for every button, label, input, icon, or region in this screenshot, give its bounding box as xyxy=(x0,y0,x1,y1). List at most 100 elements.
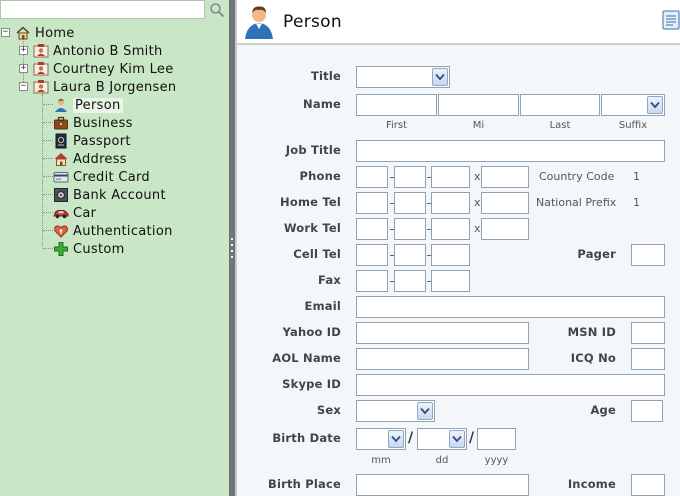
briefcase-icon xyxy=(53,115,69,131)
sex-label: Sex xyxy=(316,403,341,417)
header-options-button[interactable] xyxy=(662,10,680,30)
work-tel-line-input[interactable] xyxy=(431,218,470,240)
grip-dot xyxy=(231,250,233,252)
suffix-select[interactable] xyxy=(601,94,665,116)
contact-card-icon xyxy=(33,79,49,95)
aol-name-label: AOL Name xyxy=(272,351,341,365)
contact-card-icon xyxy=(33,61,49,77)
tree-label: Custom xyxy=(73,241,125,257)
person-avatar-icon xyxy=(245,5,273,39)
dropdown-arrow-icon xyxy=(449,430,465,448)
dropdown-arrow-icon xyxy=(417,402,433,420)
tree-label: Antonio B Smith xyxy=(53,43,163,59)
msn-id-input[interactable] xyxy=(631,322,665,344)
grip-dot xyxy=(231,244,233,246)
home-tel-extension-input[interactable] xyxy=(481,192,529,214)
tree-node-bank-account[interactable]: Bank Account xyxy=(53,186,166,204)
tree-node-authentication[interactable]: Authentication xyxy=(53,222,173,240)
work-tel-label: Work Tel xyxy=(283,221,341,235)
magnifier-icon xyxy=(210,2,225,17)
birth-day-select[interactable] xyxy=(417,428,467,450)
tree-node-contact[interactable]: Laura B Jorgensen xyxy=(33,78,176,96)
contact-card-icon xyxy=(33,43,49,59)
cell-tel-line-input[interactable] xyxy=(431,244,470,266)
aol-name-input[interactable] xyxy=(356,348,529,370)
home-tel-prefix-input[interactable] xyxy=(394,192,426,214)
date-separator: / xyxy=(469,430,475,446)
phone-area-input[interactable] xyxy=(356,166,388,188)
national-prefix-value: 1 xyxy=(633,196,640,209)
home-collapse-toggle[interactable]: − xyxy=(1,28,10,37)
pager-input[interactable] xyxy=(631,244,665,266)
grip-dot xyxy=(231,256,233,258)
skype-id-label: Skype ID xyxy=(282,377,341,391)
contact-collapse-toggle[interactable]: − xyxy=(19,82,28,91)
tree-pane: − Home + Antonio B Smith + Courtney Kim … xyxy=(0,0,229,496)
icq-no-input[interactable] xyxy=(631,348,665,370)
birth-place-label: Birth Place xyxy=(267,477,341,491)
tree-node-business[interactable]: Business xyxy=(53,114,133,132)
email-input[interactable] xyxy=(356,296,665,318)
tree-label: Passport xyxy=(73,133,131,149)
first-name-input[interactable] xyxy=(356,94,437,116)
panel-header: Person xyxy=(237,0,680,44)
birth-month-select[interactable] xyxy=(356,428,406,450)
cell-tel-prefix-input[interactable] xyxy=(394,244,426,266)
yahoo-id-label: Yahoo ID xyxy=(282,325,341,339)
birth-place-input[interactable] xyxy=(356,474,529,496)
work-tel-prefix-input[interactable] xyxy=(394,218,426,240)
skype-id-input[interactable] xyxy=(356,374,665,396)
extension-marker: x xyxy=(474,170,481,183)
fax-area-input[interactable] xyxy=(356,270,388,292)
dropdown-arrow-icon xyxy=(432,68,448,86)
tree-label: Bank Account xyxy=(73,187,166,203)
birth-year-input[interactable] xyxy=(477,428,516,450)
tree-node-person[interactable]: Person xyxy=(53,96,123,114)
age-input[interactable] xyxy=(631,400,663,422)
work-tel-extension-input[interactable] xyxy=(481,218,529,240)
title-label: Title xyxy=(310,69,341,83)
phone-line-input[interactable] xyxy=(431,166,470,188)
tree-label: Car xyxy=(73,205,97,221)
title-select[interactable] xyxy=(356,66,450,88)
dropdown-arrow-icon xyxy=(388,430,404,448)
birth-day-caption: dd xyxy=(435,455,449,466)
search-input[interactable] xyxy=(0,0,205,19)
tree-node-contact[interactable]: Courtney Kim Lee xyxy=(33,60,174,78)
search-button[interactable] xyxy=(206,0,228,19)
middle-initial-input[interactable] xyxy=(438,94,519,116)
person-form: Title Name First Mi Last Suffix Job Titl… xyxy=(237,45,680,496)
contact-expand-toggle[interactable]: + xyxy=(19,64,28,73)
sex-select[interactable] xyxy=(356,400,435,422)
last-name-input[interactable] xyxy=(520,94,600,116)
home-tel-area-input[interactable] xyxy=(356,192,388,214)
document-list-icon xyxy=(662,10,680,30)
home-tel-line-input[interactable] xyxy=(431,192,470,214)
tree-node-contact[interactable]: Antonio B Smith xyxy=(33,42,163,60)
contact-expand-toggle[interactable]: + xyxy=(19,46,28,55)
income-label: Income xyxy=(567,477,616,491)
tree-node-credit-card[interactable]: Credit Card xyxy=(53,168,150,186)
yahoo-id-input[interactable] xyxy=(356,322,529,344)
birth-month-caption: mm xyxy=(371,455,391,466)
fax-prefix-input[interactable] xyxy=(394,270,426,292)
national-prefix-label: National Prefix xyxy=(536,196,617,209)
job-title-input[interactable] xyxy=(356,140,665,162)
tree-node-address[interactable]: Address xyxy=(53,150,127,168)
car-icon xyxy=(53,205,69,221)
phone-extension-input[interactable] xyxy=(481,166,529,188)
cell-tel-area-input[interactable] xyxy=(356,244,388,266)
tree-label: Person xyxy=(73,97,123,113)
phone-prefix-input[interactable] xyxy=(394,166,426,188)
extension-marker: x xyxy=(474,196,481,209)
fax-line-input[interactable] xyxy=(431,270,470,292)
tree-node-custom[interactable]: Custom xyxy=(53,240,125,258)
tree-node-home[interactable]: Home xyxy=(15,24,75,42)
tree-node-car[interactable]: Car xyxy=(53,204,96,222)
email-label: Email xyxy=(304,299,341,313)
panel-title: Person xyxy=(283,11,342,32)
work-tel-area-input[interactable] xyxy=(356,218,388,240)
tree-node-passport[interactable]: Passport xyxy=(53,132,131,150)
home-tel-label: Home Tel xyxy=(280,195,341,209)
income-input[interactable] xyxy=(631,474,665,496)
